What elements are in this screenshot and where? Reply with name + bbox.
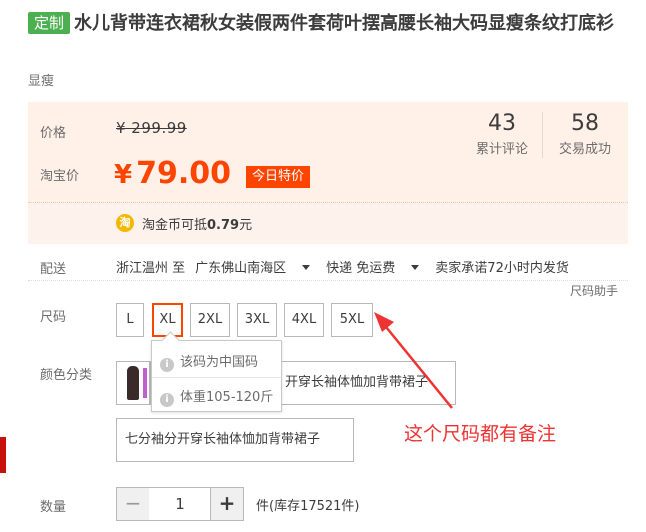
reviews-count: 43 [488,111,516,136]
quantity-label: 数量 [40,500,67,515]
section-divider [28,280,628,281]
size-tooltip: i 该码为中国码 i 体重105-120斤 [151,340,282,412]
color-label: 颜色分类 [40,368,93,383]
info-icon: i [160,393,174,407]
quantity-increase-button[interactable]: + [210,487,244,521]
size-helper-link[interactable]: 尺码助手 [570,282,618,299]
side-accent-bar [0,437,6,473]
custom-tag-badge: 定制 [28,12,71,34]
stock-info: 件(库存17521件) [256,499,360,514]
price-panel: 价格 ¥ 299.99 淘宝价 ¥79.00 今日特价 43 累计评论 58 交… [28,102,628,244]
dress-thumbnail-image [127,366,139,400]
size-option-l[interactable]: L [116,303,144,337]
arrow-head [374,312,394,332]
tooltip-line-1: i 该码为中国码 [160,351,258,372]
coin-deduction-text: 淘金币可抵0.79元 [142,214,252,233]
quantity-input[interactable]: 1 [149,487,211,521]
size-option-2xl[interactable]: 2XL [190,303,230,337]
current-price: ¥79.00 [114,156,231,191]
shipping-info: 浙江温州 至广东佛山南海区 快递 免运费 卖家承诺72小时内发货 [116,257,579,276]
size-option-3xl[interactable]: 3XL [237,303,277,337]
product-subtitle: 显瘦 [28,74,55,89]
sales-count: 58 [571,111,599,136]
coin-row: 淘 淘金币可抵0.79元 [28,202,628,244]
stat-divider [542,112,543,158]
tooltip-divider [152,377,281,378]
product-title-row: 定制 水儿背带连衣裙秋女装假两件套荷叶摆高腰长袖大码显瘦条纹打底衫 [28,10,628,37]
shipping-destination-select[interactable]: 广东佛山南海区 [195,261,311,276]
sales-stat[interactable]: 58 交易成功 [549,110,621,157]
size-option-5xl[interactable]: 5XL [331,303,373,337]
sales-label: 交易成功 [558,142,611,157]
tooltip-text-2: 体重105-120斤 [180,390,274,405]
size-option-xl[interactable]: XL [152,303,183,337]
thumbnail-accent [143,368,147,398]
shipping-label: 配送 [40,262,67,277]
tooltip-line-2: i 体重105-120斤 [160,386,273,407]
promo-badge: 今日特价 [246,166,311,188]
chevron-down-icon [411,265,420,270]
color-option-2[interactable]: 七分袖分开穿长袖体恤加背带裙子 [116,418,354,462]
coin-unit: 元 [239,218,253,233]
color-option-thumbnail[interactable] [116,361,150,405]
reviews-label: 累计评论 [475,142,528,157]
current-price-value: 79.00 [136,156,231,191]
coin-text: 淘金币可抵 [142,218,208,233]
info-icon: i [160,358,174,372]
price-label: 价格 [40,126,67,141]
reviews-stat[interactable]: 43 累计评论 [466,110,538,157]
quantity-decrease-button[interactable]: − [116,487,150,521]
shipping-destination: 广东佛山南海区 [195,261,287,276]
shipping-method: 快递 免运费 [326,261,396,276]
annotation-text: 这个尺码都有备注 [404,423,557,445]
size-label: 尺码 [40,310,67,325]
shipping-origin: 浙江温州 至 [116,261,186,276]
promo-price-label: 淘宝价 [40,169,80,184]
tooltip-text-1: 该码为中国码 [180,355,259,370]
product-title: 水儿背带连衣裙秋女装假两件套荷叶摆高腰长袖大码显瘦条纹打底衫 [74,13,615,34]
coin-amount: 0.79 [207,218,240,233]
shipping-method-select[interactable]: 快递 免运费 [326,261,420,276]
size-option-4xl[interactable]: 4XL [284,303,324,337]
shipping-promise: 卖家承诺72小时内发货 [435,261,569,276]
taobao-coin-icon: 淘 [116,214,134,232]
original-price: ¥ 299.99 [116,119,187,137]
chevron-down-icon [302,265,311,270]
currency-symbol: ¥ [114,160,133,190]
